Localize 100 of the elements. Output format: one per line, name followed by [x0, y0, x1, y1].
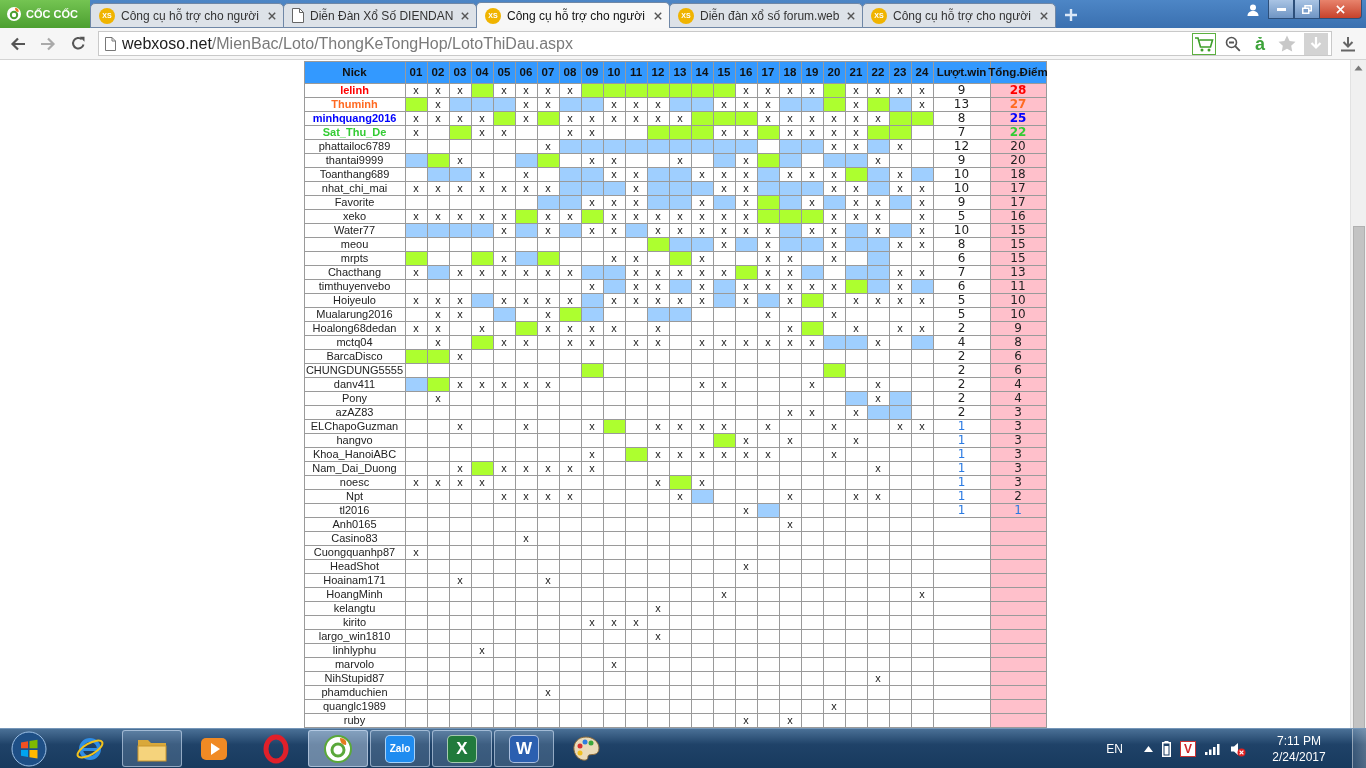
table-cell: x [823, 224, 846, 238]
table-cell: x [867, 210, 890, 224]
table-cell: x [823, 210, 846, 224]
table-cell: x [625, 336, 648, 350]
restore-button[interactable] [1294, 0, 1320, 19]
clock-button[interactable]: 7:11 PM 2/24/2017 [1255, 729, 1343, 768]
table-cell: x [471, 182, 494, 196]
table-cell: x [845, 434, 868, 448]
battery-icon[interactable] [1162, 740, 1171, 757]
table-cell: x [493, 294, 516, 308]
close-icon[interactable] [847, 11, 855, 20]
speaker-muted-icon[interactable] [1230, 740, 1246, 757]
column-header: 11 [625, 62, 648, 84]
table-cell: x [713, 266, 736, 280]
scrollbar[interactable] [1350, 60, 1366, 728]
taskbar-button[interactable] [122, 730, 182, 767]
table-cell: quanglc1989 [304, 700, 406, 714]
cart-button[interactable] [1192, 32, 1216, 55]
table-cell: x [427, 308, 450, 322]
table-cell: 9 [990, 322, 1047, 336]
table-cell: x [867, 196, 890, 210]
table-cell: x [537, 490, 560, 504]
table-cell: x [823, 420, 846, 434]
table-cell: 9 [933, 196, 991, 210]
table-cell: x [625, 210, 648, 224]
page-icon [292, 8, 304, 23]
table-cell: x [691, 476, 714, 490]
table-cell: x [801, 224, 824, 238]
table-cell: x [647, 294, 670, 308]
table-cell: x [493, 224, 516, 238]
minimize-button[interactable] [1268, 0, 1294, 19]
table-cell: x [735, 336, 758, 350]
close-button[interactable] [1320, 0, 1362, 19]
table-cell: x [581, 462, 604, 476]
table-cell: x [713, 336, 736, 350]
table-cell: x [845, 182, 868, 196]
chat-app-logo: Zalo [385, 734, 415, 763]
table-cell: 2 [933, 406, 991, 420]
taskbar-button[interactable]: W [494, 730, 554, 767]
table-cell: x [537, 182, 560, 196]
table-cell: 2 [933, 350, 991, 364]
table-cell: x [405, 112, 428, 126]
close-icon[interactable] [268, 11, 276, 20]
table-cell: x [647, 420, 670, 434]
table-cell: x [867, 672, 890, 686]
close-icon[interactable] [1040, 11, 1048, 20]
table-cell: x [581, 112, 604, 126]
table-cell: x [801, 378, 824, 392]
table-cell: x [581, 616, 604, 630]
column-header: Nick [304, 62, 406, 84]
table-cell: 9 [933, 84, 991, 98]
table-cell: x [823, 700, 846, 714]
scrollbar-thumb[interactable] [1352, 226, 1365, 728]
table-cell: 25 [990, 112, 1047, 126]
table-cell: x [735, 448, 758, 462]
table-cell: x [515, 336, 538, 350]
table-cell: x [735, 714, 758, 728]
column-header: 09 [581, 62, 604, 84]
table-cell: x [779, 294, 802, 308]
address-field[interactable]: webxoso.net/MienBac/Loto/ThongKeTongHop/LotoThiDau.aspx ả [98, 31, 1332, 56]
table-cell: x [581, 224, 604, 238]
language-indicator[interactable]: EN [1106, 741, 1123, 756]
browser-logo-icon [6, 6, 22, 22]
table-cell: x [691, 224, 714, 238]
table-cell: x [911, 182, 934, 196]
table-cell: x [471, 210, 494, 224]
table-cell: 2 [933, 364, 991, 378]
close-icon[interactable] [461, 11, 469, 20]
table-cell: x [757, 336, 780, 350]
table-cell: x [735, 280, 758, 294]
table-cell: x [625, 616, 648, 630]
table-cell: nhat_chi_mai [304, 182, 406, 196]
table-cell: 3 [990, 476, 1047, 490]
table-cell: x [647, 98, 670, 112]
signal-icon[interactable] [1205, 742, 1221, 755]
browser-tab[interactable]: Diễn Đàn Xổ Số DIENDAN [283, 3, 477, 28]
table-cell: x [581, 420, 604, 434]
chevron-up-icon[interactable] [1144, 745, 1153, 752]
taskbar-button[interactable]: X [432, 730, 492, 767]
arrow-left-icon [10, 36, 26, 51]
column-header: 02 [427, 62, 450, 84]
table-cell: x [449, 182, 472, 196]
show-desktop-button[interactable] [1352, 728, 1366, 768]
table-cell: x [405, 266, 428, 280]
table-cell: x [515, 378, 538, 392]
antivirus-logo[interactable]: V [1180, 740, 1196, 757]
table-cell: x [537, 308, 560, 322]
column-header: 19 [801, 62, 824, 84]
table-cell: x [735, 126, 758, 140]
table-cell: 3 [990, 448, 1047, 462]
close-icon[interactable] [654, 11, 662, 20]
table-cell: x [911, 84, 934, 98]
table-cell: hangvo [304, 434, 406, 448]
table-cell: x [427, 84, 450, 98]
table-cell: x [471, 266, 494, 280]
table-cell: lelinh [304, 84, 406, 98]
table-cell: x [845, 490, 868, 504]
table-cell: x [493, 266, 516, 280]
table-cell: x [779, 112, 802, 126]
table-cell: x [867, 294, 890, 308]
